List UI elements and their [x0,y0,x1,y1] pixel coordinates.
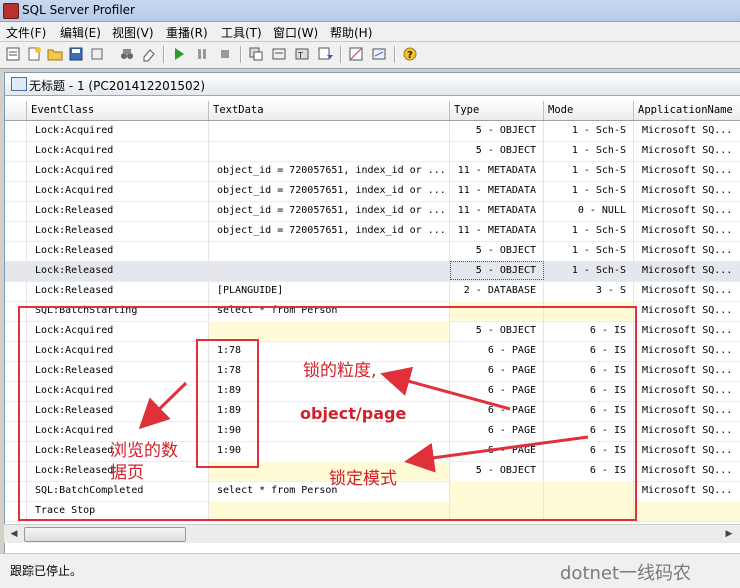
arrow-to-lock-mode [404,435,589,473]
annotation-granularity: 锁的粒度, [303,361,377,381]
annotation-granularity-values: object/page [300,404,407,423]
arrow-to-page-ids [138,381,188,430]
annotation-arrows [138,366,589,473]
annotation-browsed-pages-2: 据页 [110,463,144,483]
annotation-lock-mode: 锁定模式 [329,469,397,489]
